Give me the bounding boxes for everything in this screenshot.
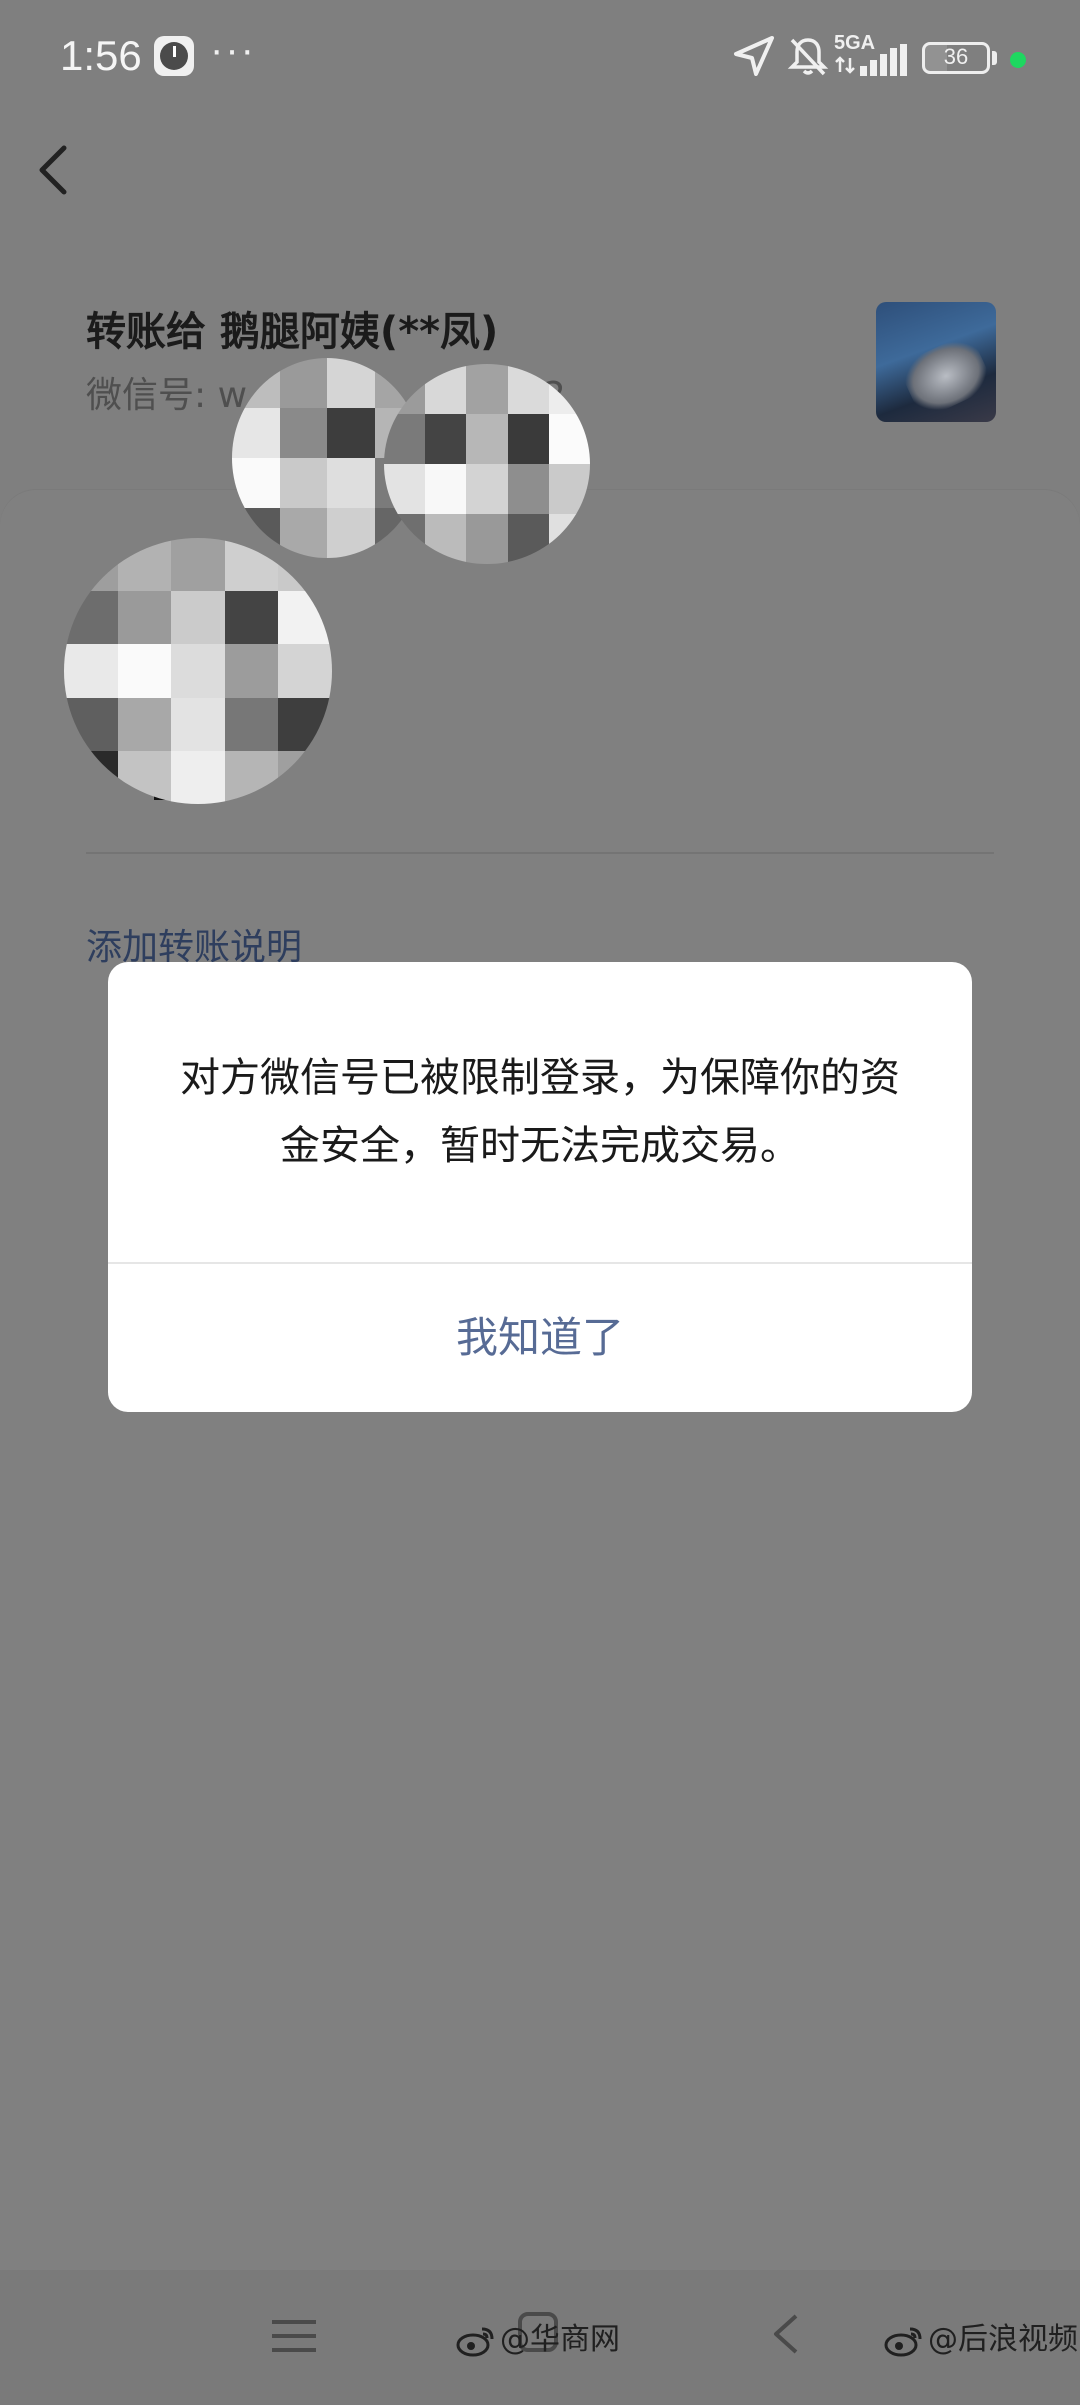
data-arrows-icon (834, 56, 856, 74)
watermark-right-text: @后浪视频 (928, 2322, 1078, 2357)
privacy-indicator-dot (1010, 52, 1026, 68)
location-icon (732, 34, 776, 78)
status-time: 1:56 (60, 32, 142, 79)
battery-tip (992, 51, 997, 65)
watermark-left-text: @华商网 (500, 2322, 620, 2357)
battery-percent: 36 (943, 44, 969, 69)
restriction-alert-dialog: 对方微信号已被限制登录，为保障你的资金安全，暂时无法完成交易。 我知道了 (108, 962, 972, 1412)
battery-icon: 36 (922, 42, 990, 74)
recipient-avatar (876, 302, 996, 422)
weibo-icon (456, 2327, 494, 2356)
back-icon[interactable] (770, 2312, 802, 2360)
amount-divider (86, 852, 994, 854)
wechat-id-label: 微信号: w (86, 375, 248, 416)
privacy-mosaic (64, 538, 332, 804)
weibo-icon (884, 2327, 922, 2356)
dialog-message: 对方微信号已被限制登录，为保障你的资金安全，暂时无法完成交易。 (180, 1055, 900, 1169)
mute-bell-icon (786, 34, 830, 78)
chevron-left-icon (39, 145, 67, 195)
acknowledge-button[interactable]: 我知道了 (108, 1264, 972, 1412)
more-notifications-icon: ··· (210, 28, 256, 72)
clock-app-icon (154, 36, 194, 76)
back-button[interactable] (30, 140, 74, 204)
menu-icon[interactable] (272, 2318, 316, 2358)
watermark-right: @后浪视频 (884, 2320, 1078, 2360)
signal-icon (860, 44, 908, 76)
privacy-mosaic (384, 364, 590, 564)
transfer-recipient-title: 转账给 鹅腿阿姨(**凤) (86, 309, 499, 355)
watermark-left: @华商网 (456, 2320, 620, 2360)
